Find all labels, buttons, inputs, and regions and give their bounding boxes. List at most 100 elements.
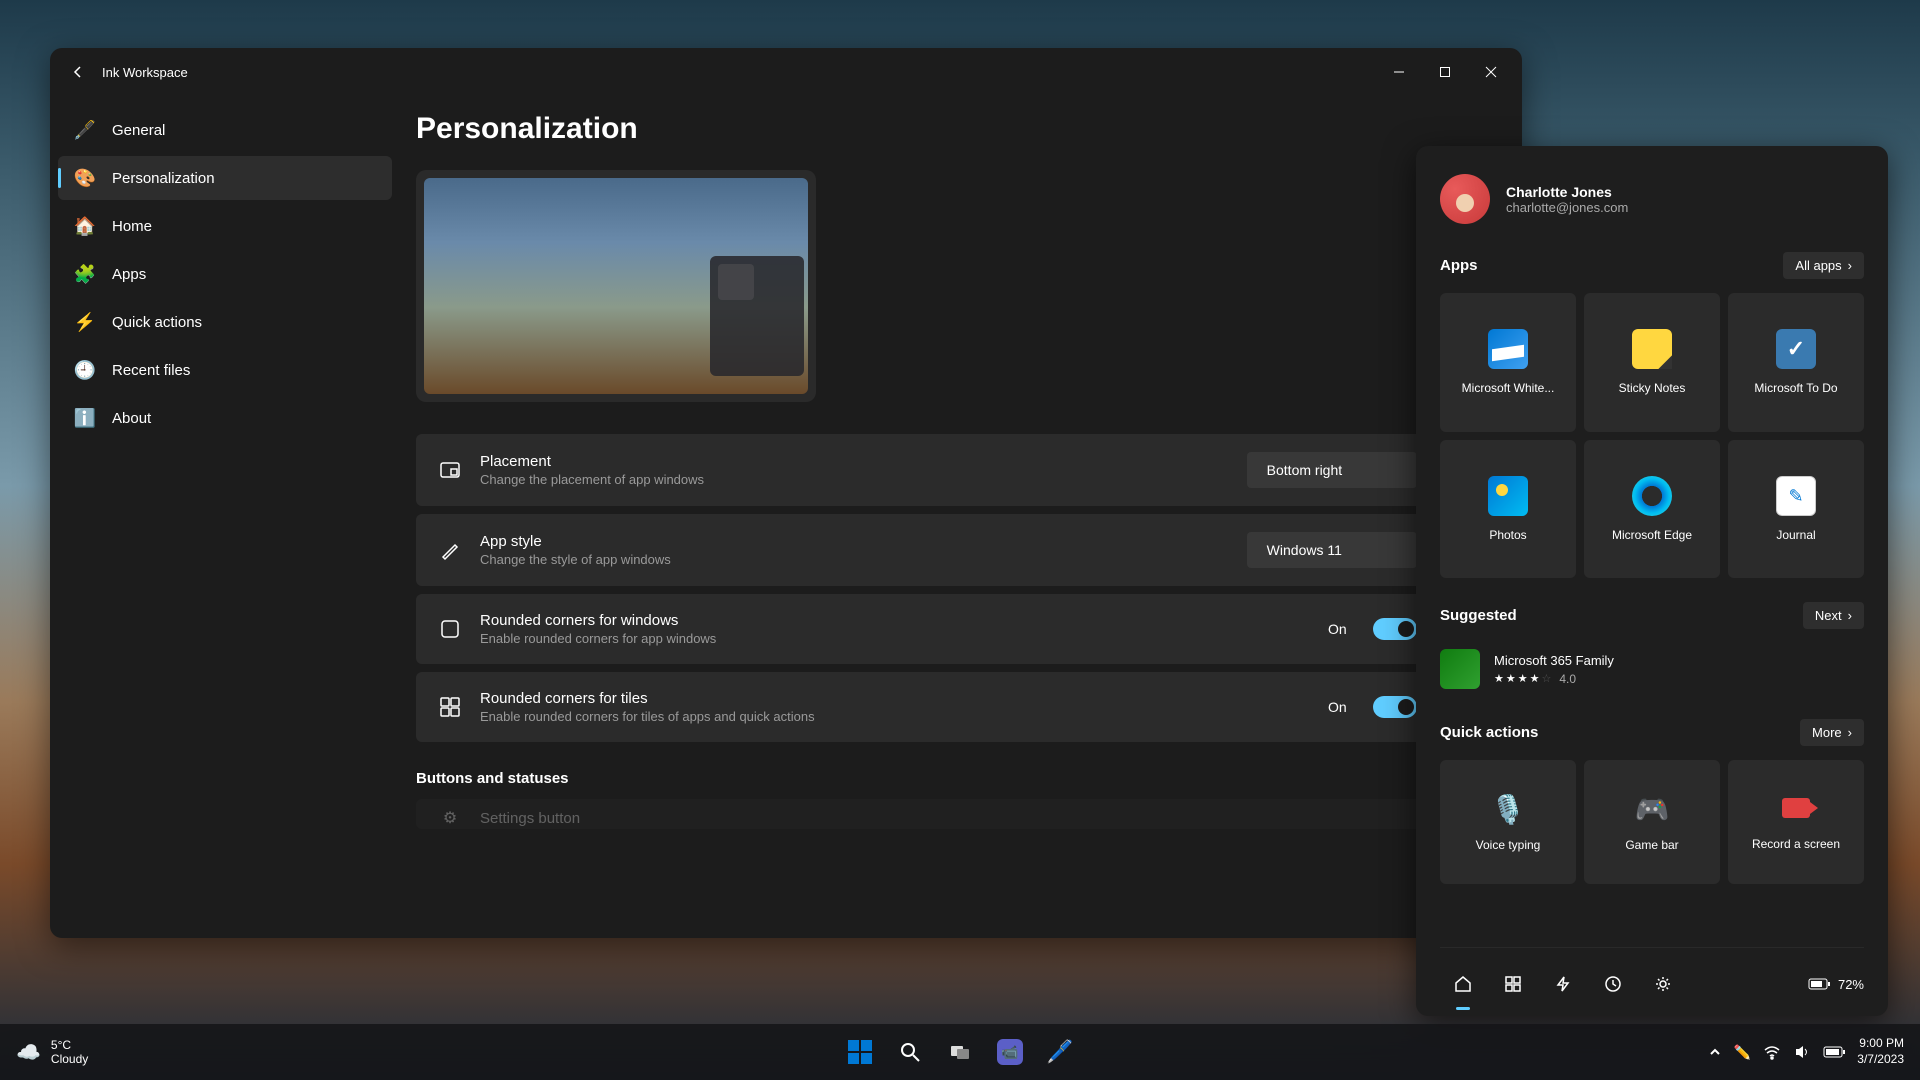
suggested-name: Microsoft 365 Family: [1494, 653, 1614, 668]
app-tile-edge[interactable]: Microsoft Edge: [1584, 440, 1720, 579]
edge-icon: [1632, 476, 1672, 516]
tray-overflow[interactable]: [1708, 1045, 1722, 1059]
window-title: Ink Workspace: [102, 65, 188, 80]
bottom-nav: [1440, 964, 1686, 1004]
setting-settings-button[interactable]: ⚙ Settings button: [416, 799, 1474, 829]
search-button[interactable]: [888, 1030, 932, 1074]
task-view-button[interactable]: [938, 1030, 982, 1074]
suggested-app[interactable]: Microsoft 365 Family ★★★★☆ 4.0: [1440, 643, 1864, 695]
nav-recent[interactable]: [1590, 964, 1636, 1004]
start-button[interactable]: [838, 1030, 882, 1074]
setting-title: App style: [480, 533, 1229, 550]
window-controls: [1376, 56, 1514, 88]
battery-indicator[interactable]: 72%: [1808, 977, 1864, 992]
palette-icon: 🎨: [74, 167, 96, 189]
setting-rounded-tiles[interactable]: Rounded corners for tiles Enable rounded…: [416, 672, 1474, 742]
preview-thumbnail[interactable]: [416, 170, 816, 402]
ink-workspace-button[interactable]: 🖊️: [1038, 1030, 1082, 1074]
battery-tray-icon[interactable]: [1823, 1046, 1845, 1058]
close-button[interactable]: [1468, 56, 1514, 88]
bolt-icon: ⚡: [74, 311, 96, 333]
battery-percent: 72%: [1838, 977, 1864, 992]
nav-settings[interactable]: [1640, 964, 1686, 1004]
panel-bottom-bar: 72%: [1440, 947, 1864, 1004]
window-icon: [438, 617, 462, 641]
app-label: Microsoft To Do: [1736, 381, 1856, 395]
microphone-icon: 🎙️: [1491, 793, 1526, 826]
next-button[interactable]: Next›: [1803, 602, 1864, 629]
pen-icon: 🖋️: [74, 119, 96, 141]
app-tile-journal[interactable]: Journal: [1728, 440, 1864, 579]
ink-workspace-panel: Charlotte Jones charlotte@jones.com Apps…: [1416, 146, 1888, 1016]
pen-tray-icon[interactable]: ✏️: [1734, 1044, 1751, 1061]
action-game-bar[interactable]: 🎮Game bar: [1584, 760, 1720, 884]
info-icon: ℹ️: [74, 407, 96, 429]
app-tile-photos[interactable]: Photos: [1440, 440, 1576, 579]
wifi-icon[interactable]: [1763, 1043, 1781, 1061]
app-label: Photos: [1448, 528, 1568, 542]
app-tile-todo[interactable]: Microsoft To Do: [1728, 293, 1864, 432]
sidebar-item-about[interactable]: ℹ️About: [58, 396, 392, 440]
preview-overlay-panel: [710, 256, 804, 376]
maximize-button[interactable]: [1422, 56, 1468, 88]
sidebar-item-recent-files[interactable]: 🕘Recent files: [58, 348, 392, 392]
setting-desc: Change the placement of app windows: [480, 472, 1229, 487]
setting-desc: Change the style of app windows: [480, 552, 1229, 567]
nav-apps[interactable]: [1490, 964, 1536, 1004]
app-tile-sticky-notes[interactable]: Sticky Notes: [1584, 293, 1720, 432]
sidebar-item-label: General: [112, 122, 165, 139]
sidebar-item-general[interactable]: 🖋️ General: [58, 108, 392, 152]
ink-workspace-settings-window: Ink Workspace 🖋️ General 🎨 Personalization…: [50, 48, 1522, 938]
setting-app-style[interactable]: App style Change the style of app window…: [416, 514, 1474, 586]
app-label: Microsoft Edge: [1592, 528, 1712, 542]
buttons-statuses-header: Buttons and statuses: [416, 770, 1474, 787]
sidebar-item-label: Personalization: [112, 170, 215, 187]
setting-rounded-windows[interactable]: Rounded corners for windows Enable round…: [416, 594, 1474, 664]
rating-stars: ★★★★☆ 4.0: [1494, 672, 1614, 686]
setting-desc: Enable rounded corners for app windows: [480, 631, 1310, 646]
app-tile-whiteboard[interactable]: Microsoft White...: [1440, 293, 1576, 432]
app-style-value[interactable]: Windows 11: [1247, 532, 1417, 568]
action-label: Voice typing: [1476, 838, 1541, 852]
content-area: Personalization Placement Change the pla…: [400, 96, 1522, 938]
all-apps-button[interactable]: All apps›: [1783, 252, 1864, 279]
setting-title: Settings button: [480, 810, 1452, 827]
sticky-notes-icon: [1632, 329, 1672, 369]
weather-condition: Cloudy: [51, 1052, 88, 1066]
brush-icon: [438, 538, 462, 562]
chevron-right-icon: ›: [1848, 608, 1852, 623]
clock[interactable]: 9:00 PM 3/7/2023: [1857, 1036, 1904, 1067]
sidebar-item-apps[interactable]: 🧩Apps: [58, 252, 392, 296]
nav-quick-actions[interactable]: [1540, 964, 1586, 1004]
temperature: 5°C: [51, 1038, 88, 1052]
journal-icon: [1776, 476, 1816, 516]
more-button[interactable]: More›: [1800, 719, 1864, 746]
user-profile[interactable]: Charlotte Jones charlotte@jones.com: [1440, 174, 1864, 224]
sidebar-item-personalization[interactable]: 🎨 Personalization: [58, 156, 392, 200]
sidebar-item-home[interactable]: 🏠Home: [58, 204, 392, 248]
apps-icon: 🧩: [74, 263, 96, 285]
rounded-tiles-toggle[interactable]: [1373, 696, 1417, 718]
m365-icon: [1440, 649, 1480, 689]
action-label: Record a screen: [1752, 837, 1840, 851]
sidebar-item-quick-actions[interactable]: ⚡ Quick actions: [58, 300, 392, 344]
preview-image: [424, 178, 808, 394]
photos-icon: [1488, 476, 1528, 516]
sidebar-item-label: Quick actions: [112, 314, 202, 331]
back-button[interactable]: [58, 52, 98, 92]
nav-home[interactable]: [1440, 964, 1486, 1004]
weather-widget[interactable]: ☁️ 5°C Cloudy: [16, 1038, 88, 1067]
app-label: Journal: [1736, 528, 1856, 542]
rating-value: 4.0: [1559, 672, 1576, 686]
minimize-button[interactable]: [1376, 56, 1422, 88]
volume-icon[interactable]: [1793, 1043, 1811, 1061]
chat-button[interactable]: 📹: [988, 1030, 1032, 1074]
placement-value[interactable]: Bottom right: [1247, 452, 1417, 488]
cloud-icon: ☁️: [16, 1040, 41, 1065]
rounded-windows-toggle[interactable]: [1373, 618, 1417, 640]
action-record-screen[interactable]: Record a screen: [1728, 760, 1864, 884]
action-voice-typing[interactable]: 🎙️ Voice typing: [1440, 760, 1576, 884]
setting-placement[interactable]: Placement Change the placement of app wi…: [416, 434, 1474, 506]
toggle-state: On: [1328, 621, 1347, 637]
setting-title: Rounded corners for windows: [480, 612, 1310, 629]
